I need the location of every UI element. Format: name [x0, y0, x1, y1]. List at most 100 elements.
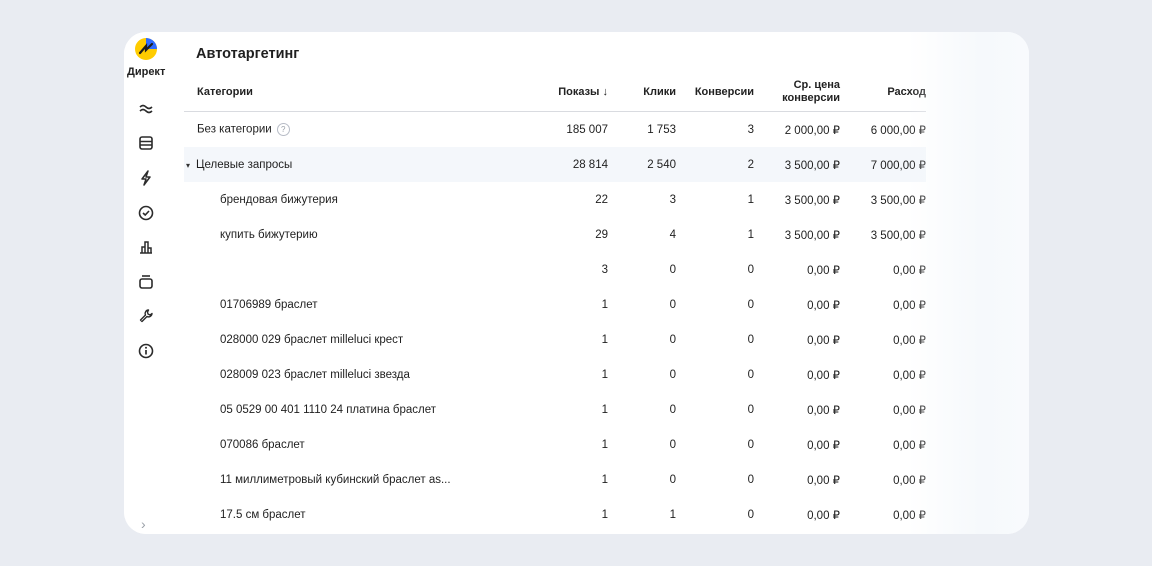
row-shows: 3 [601, 263, 608, 276]
row-name: купить бижутерию [220, 228, 318, 241]
row-conversions: 0 [747, 508, 754, 521]
row-cpa: 0,00 ₽ [807, 299, 840, 312]
row-clicks: 3 [669, 193, 676, 206]
table-row[interactable]: 070086 браслет 1 0 0 0,00 ₽ 0,00 ₽ [184, 427, 926, 462]
row-shows: 1 [601, 298, 608, 311]
row-conversions: 0 [747, 473, 754, 486]
row-cpa: 3 500,00 ₽ [754, 147, 840, 182]
direct-logo-icon[interactable] [135, 38, 157, 60]
row-cost: 0,00 ₽ [893, 439, 926, 452]
header-conversions[interactable]: Конверсии [676, 72, 754, 112]
sidebar: Директ › [124, 32, 170, 534]
row-cost: 0,00 ₽ [893, 264, 926, 277]
table-header-row: Категории Показы ↓ Клики Конверсии Ср. ц… [184, 72, 926, 112]
header-cpa-line2: конверсии [782, 91, 840, 104]
row-name: брендовая бижутерия [220, 193, 338, 206]
row-shows: 1 [601, 333, 608, 346]
table-row-group[interactable]: ▾ Целевые запросы 28 814 2 540 2 3 500,00… [184, 147, 926, 182]
row-shows: 22 [595, 193, 608, 206]
row-conversions: 0 [747, 368, 754, 381]
row-clicks: 1 [669, 508, 676, 521]
row-conversions: 1 [747, 228, 754, 241]
row-cost: 0,00 ₽ [893, 334, 926, 347]
table-row[interactable]: 01706989 браслет 1 0 0 0,00 ₽ 0,00 ₽ [184, 287, 926, 322]
waves-icon[interactable] [137, 100, 155, 118]
table-row[interactable]: брендовая бижутерия 22 3 1 3 500,00 ₽ 3 … [184, 182, 926, 217]
row-name: 05 0529 00 401 1110 24 платина браслет [220, 403, 437, 416]
row-shows: 1 [601, 473, 608, 486]
row-name: Целевые запросы [196, 158, 293, 171]
row-cpa: 2 000,00 ₽ [784, 124, 840, 137]
row-conversions: 2 [676, 147, 754, 182]
row-cost: 7 000,00 ₽ [840, 147, 926, 182]
row-cpa: 0,00 ₽ [807, 509, 840, 522]
row-name: 028009 023 браслет milleluci звезда [220, 368, 410, 381]
row-clicks: 0 [669, 473, 676, 486]
check-circle-icon[interactable] [137, 204, 155, 222]
header-avg-conversion-price[interactable]: Ср. цена конверсии [754, 72, 840, 112]
row-cost: 0,00 ₽ [893, 509, 926, 522]
row-clicks: 0 [669, 298, 676, 311]
row-clicks: 0 [669, 368, 676, 381]
table-row[interactable]: 028009 023 браслет milleluci звезда 1 0 … [184, 357, 926, 392]
lightning-icon[interactable] [137, 169, 155, 187]
row-cost: 0,00 ₽ [893, 474, 926, 487]
row-cpa: 0,00 ₽ [807, 334, 840, 347]
brand-label: Директ [127, 66, 166, 78]
table-row[interactable]: 3 0 0 0,00 ₽ 0,00 ₽ [184, 252, 926, 287]
autotargeting-table: Категории Показы ↓ Клики Конверсии Ср. ц… [184, 72, 926, 532]
header-shows-sort[interactable]: Показы ↓ [525, 72, 614, 112]
scroll-fade-overlay [908, 32, 1029, 534]
expand-sidebar-button[interactable]: › [141, 516, 146, 532]
row-conversions: 0 [747, 263, 754, 276]
row-name [184, 252, 525, 287]
row-name: 028000 029 браслет milleluci крест [220, 333, 404, 346]
archive-icon[interactable] [137, 273, 155, 291]
list-icon[interactable] [137, 134, 155, 152]
row-name: 070086 браслет [220, 438, 305, 451]
row-clicks: 0 [669, 438, 676, 451]
table-row[interactable]: 05 0529 00 401 1110 24 платина браслет 1… [184, 392, 926, 427]
row-cpa: 3 500,00 ₽ [784, 229, 840, 242]
table-row[interactable]: Без категории? 185 007 1 753 3 2 000,00 … [184, 112, 926, 148]
wrench-icon[interactable] [137, 307, 155, 325]
row-cpa: 0,00 ₽ [807, 474, 840, 487]
row-cpa: 0,00 ₽ [807, 404, 840, 417]
row-shows: 1 [601, 438, 608, 451]
row-cost: 3 500,00 ₽ [870, 229, 926, 242]
header-categories: Категории [184, 72, 525, 112]
row-clicks: 2 540 [614, 147, 676, 182]
header-clicks[interactable]: Клики [614, 72, 676, 112]
row-name: 17.5 см браслет [220, 508, 306, 521]
row-clicks: 1 753 [647, 123, 676, 136]
row-cpa: 0,00 ₽ [807, 264, 840, 277]
collapse-caret-icon[interactable]: ▾ [186, 161, 190, 170]
row-clicks: 0 [669, 333, 676, 346]
table-row[interactable]: 11 миллиметровый кубинский браслет as...… [184, 462, 926, 497]
info-icon[interactable] [137, 342, 155, 360]
row-shows: 29 [595, 228, 608, 241]
table-row[interactable]: купить бижутерию 29 4 1 3 500,00 ₽ 3 500… [184, 217, 926, 252]
row-conversions: 0 [747, 438, 754, 451]
table-row[interactable]: 028000 029 браслет milleluci крест 1 0 0… [184, 322, 926, 357]
row-cost: 3 500,00 ₽ [870, 194, 926, 207]
row-conversions: 0 [747, 298, 754, 311]
table-row[interactable]: 17.5 см браслет 1 1 0 0,00 ₽ 0,00 ₽ [184, 497, 926, 532]
help-icon[interactable]: ? [276, 123, 290, 136]
row-name-cell: Без категории? [184, 112, 525, 148]
row-cost: 0,00 ₽ [893, 404, 926, 417]
row-cost: 6 000,00 ₽ [870, 124, 926, 137]
row-conversions: 3 [747, 123, 754, 136]
row-name: Без категории [197, 123, 272, 136]
header-cost[interactable]: Расход [840, 72, 926, 112]
main-card: Директ › Автотаргетинг Категории Показы … [124, 32, 1029, 534]
row-shows: 1 [601, 403, 608, 416]
row-name-cell: ▾ Целевые запросы [184, 147, 525, 182]
row-name: 01706989 браслет [220, 298, 318, 311]
row-conversions: 0 [747, 403, 754, 416]
row-cpa: 0,00 ₽ [807, 369, 840, 382]
row-name: 11 миллиметровый кубинский браслет as... [220, 473, 451, 486]
page-title: Автотаргетинг [196, 46, 300, 62]
bar-chart-icon[interactable] [137, 238, 155, 256]
row-cpa: 3 500,00 ₽ [784, 194, 840, 207]
